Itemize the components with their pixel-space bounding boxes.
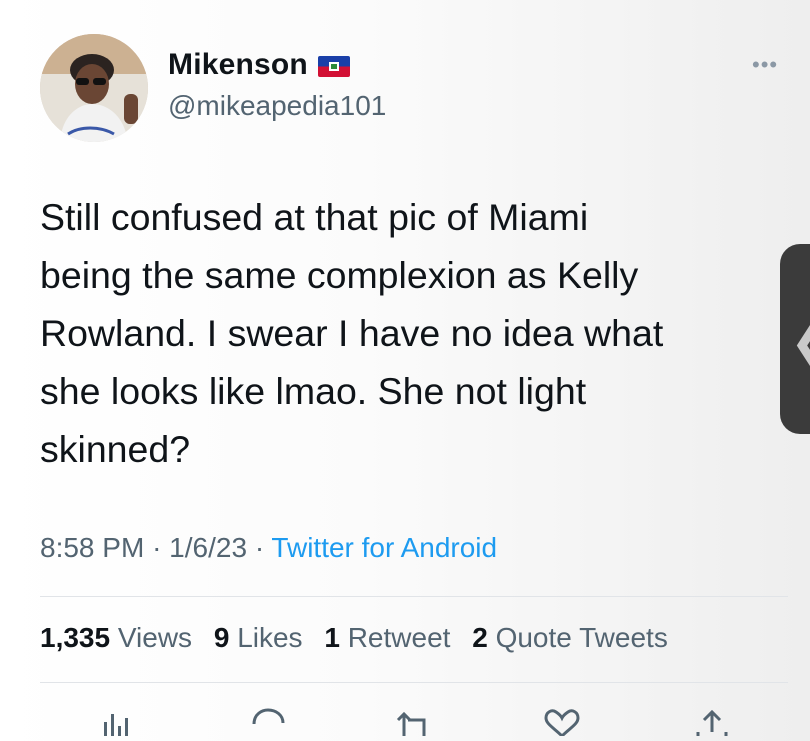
haiti-flag-icon xyxy=(318,56,350,77)
tweet-text-line: Still confused at that pic of Miami xyxy=(40,196,589,238)
reply-icon[interactable] xyxy=(246,706,290,736)
tweet-text-line: skinned? xyxy=(40,428,191,470)
quotes-count[interactable]: 2 xyxy=(472,622,488,653)
tweet-card: Mikenson @mikeapedia101 ••• Still confus… xyxy=(0,0,810,738)
tweet-time[interactable]: 8:58 PM xyxy=(40,532,144,563)
retweet-icon[interactable] xyxy=(394,706,438,736)
views-label: Views xyxy=(117,622,193,653)
retweets-label[interactable]: Retweet xyxy=(348,622,451,653)
views-count: 1,335 xyxy=(40,622,111,653)
likes-count[interactable]: 9 xyxy=(214,622,230,653)
tweet-text-line: she looks like lmao. She not light xyxy=(40,370,587,412)
avatar-photo xyxy=(40,34,148,142)
divider xyxy=(40,682,788,683)
like-icon[interactable] xyxy=(540,706,584,738)
divider xyxy=(40,596,788,597)
chevron-left-icon: ❮ xyxy=(790,314,810,370)
tweet-date[interactable]: 1/6/23 xyxy=(169,532,247,563)
more-options-icon[interactable]: ••• xyxy=(752,52,778,78)
meta-separator: · xyxy=(152,532,162,563)
quotes-label[interactable]: Quote Tweets xyxy=(496,622,668,653)
display-name[interactable]: Mikenson xyxy=(168,48,308,82)
tweet-text-line: being the same complexion as Kelly xyxy=(40,254,639,296)
share-icon[interactable] xyxy=(690,706,734,736)
side-panel-handle[interactable]: ❮ xyxy=(780,244,810,434)
likes-label[interactable]: Likes xyxy=(237,622,302,653)
meta-separator: · xyxy=(254,532,265,563)
avatar[interactable] xyxy=(40,34,148,142)
tweet-meta: 8:58 PM · 1/6/23 · Twitter for Android xyxy=(40,532,497,564)
analytics-icon[interactable] xyxy=(96,706,140,736)
tweet-text-line: Rowland. I swear I have no idea what xyxy=(40,312,664,354)
tweet-source-link[interactable]: Twitter for Android xyxy=(271,532,497,563)
retweets-count[interactable]: 1 xyxy=(324,622,340,653)
tweet-text: Still confused at that pic of Miami bein… xyxy=(40,188,780,478)
user-handle[interactable]: @mikeapedia101 xyxy=(168,90,386,122)
tweet-stats: 1,335 Views 9 Likes 1 Retweet 2 Quote Tw… xyxy=(40,622,682,654)
